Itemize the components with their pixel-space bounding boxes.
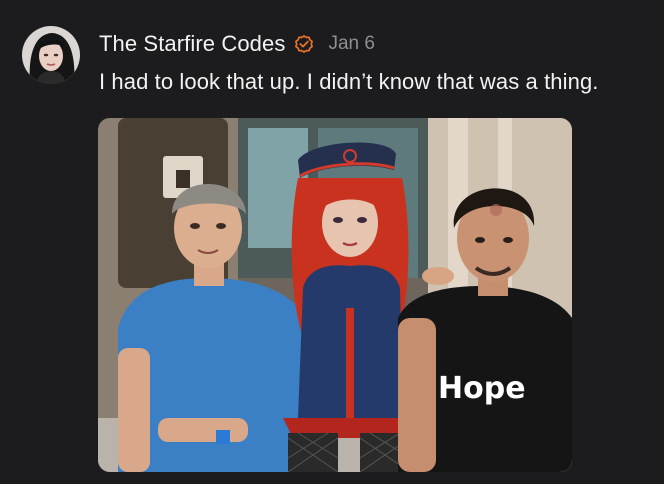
author-name[interactable]: The Starfire Codes (99, 31, 285, 57)
photo-of-three-people: Hope (98, 118, 572, 472)
post-text: I had to look that up. I didn’t know tha… (99, 69, 599, 94)
post: The Starfire Codes Jan 6 I had to look t… (0, 0, 664, 484)
post-image[interactable]: Hope (98, 118, 572, 472)
post-header: The Starfire Codes Jan 6 (99, 30, 375, 58)
post-date[interactable]: Jan 6 (328, 33, 374, 55)
avatar-image (22, 26, 80, 84)
avatar[interactable] (22, 26, 80, 84)
verified-check-icon (294, 34, 314, 54)
shirt-text: Hope (438, 371, 526, 406)
